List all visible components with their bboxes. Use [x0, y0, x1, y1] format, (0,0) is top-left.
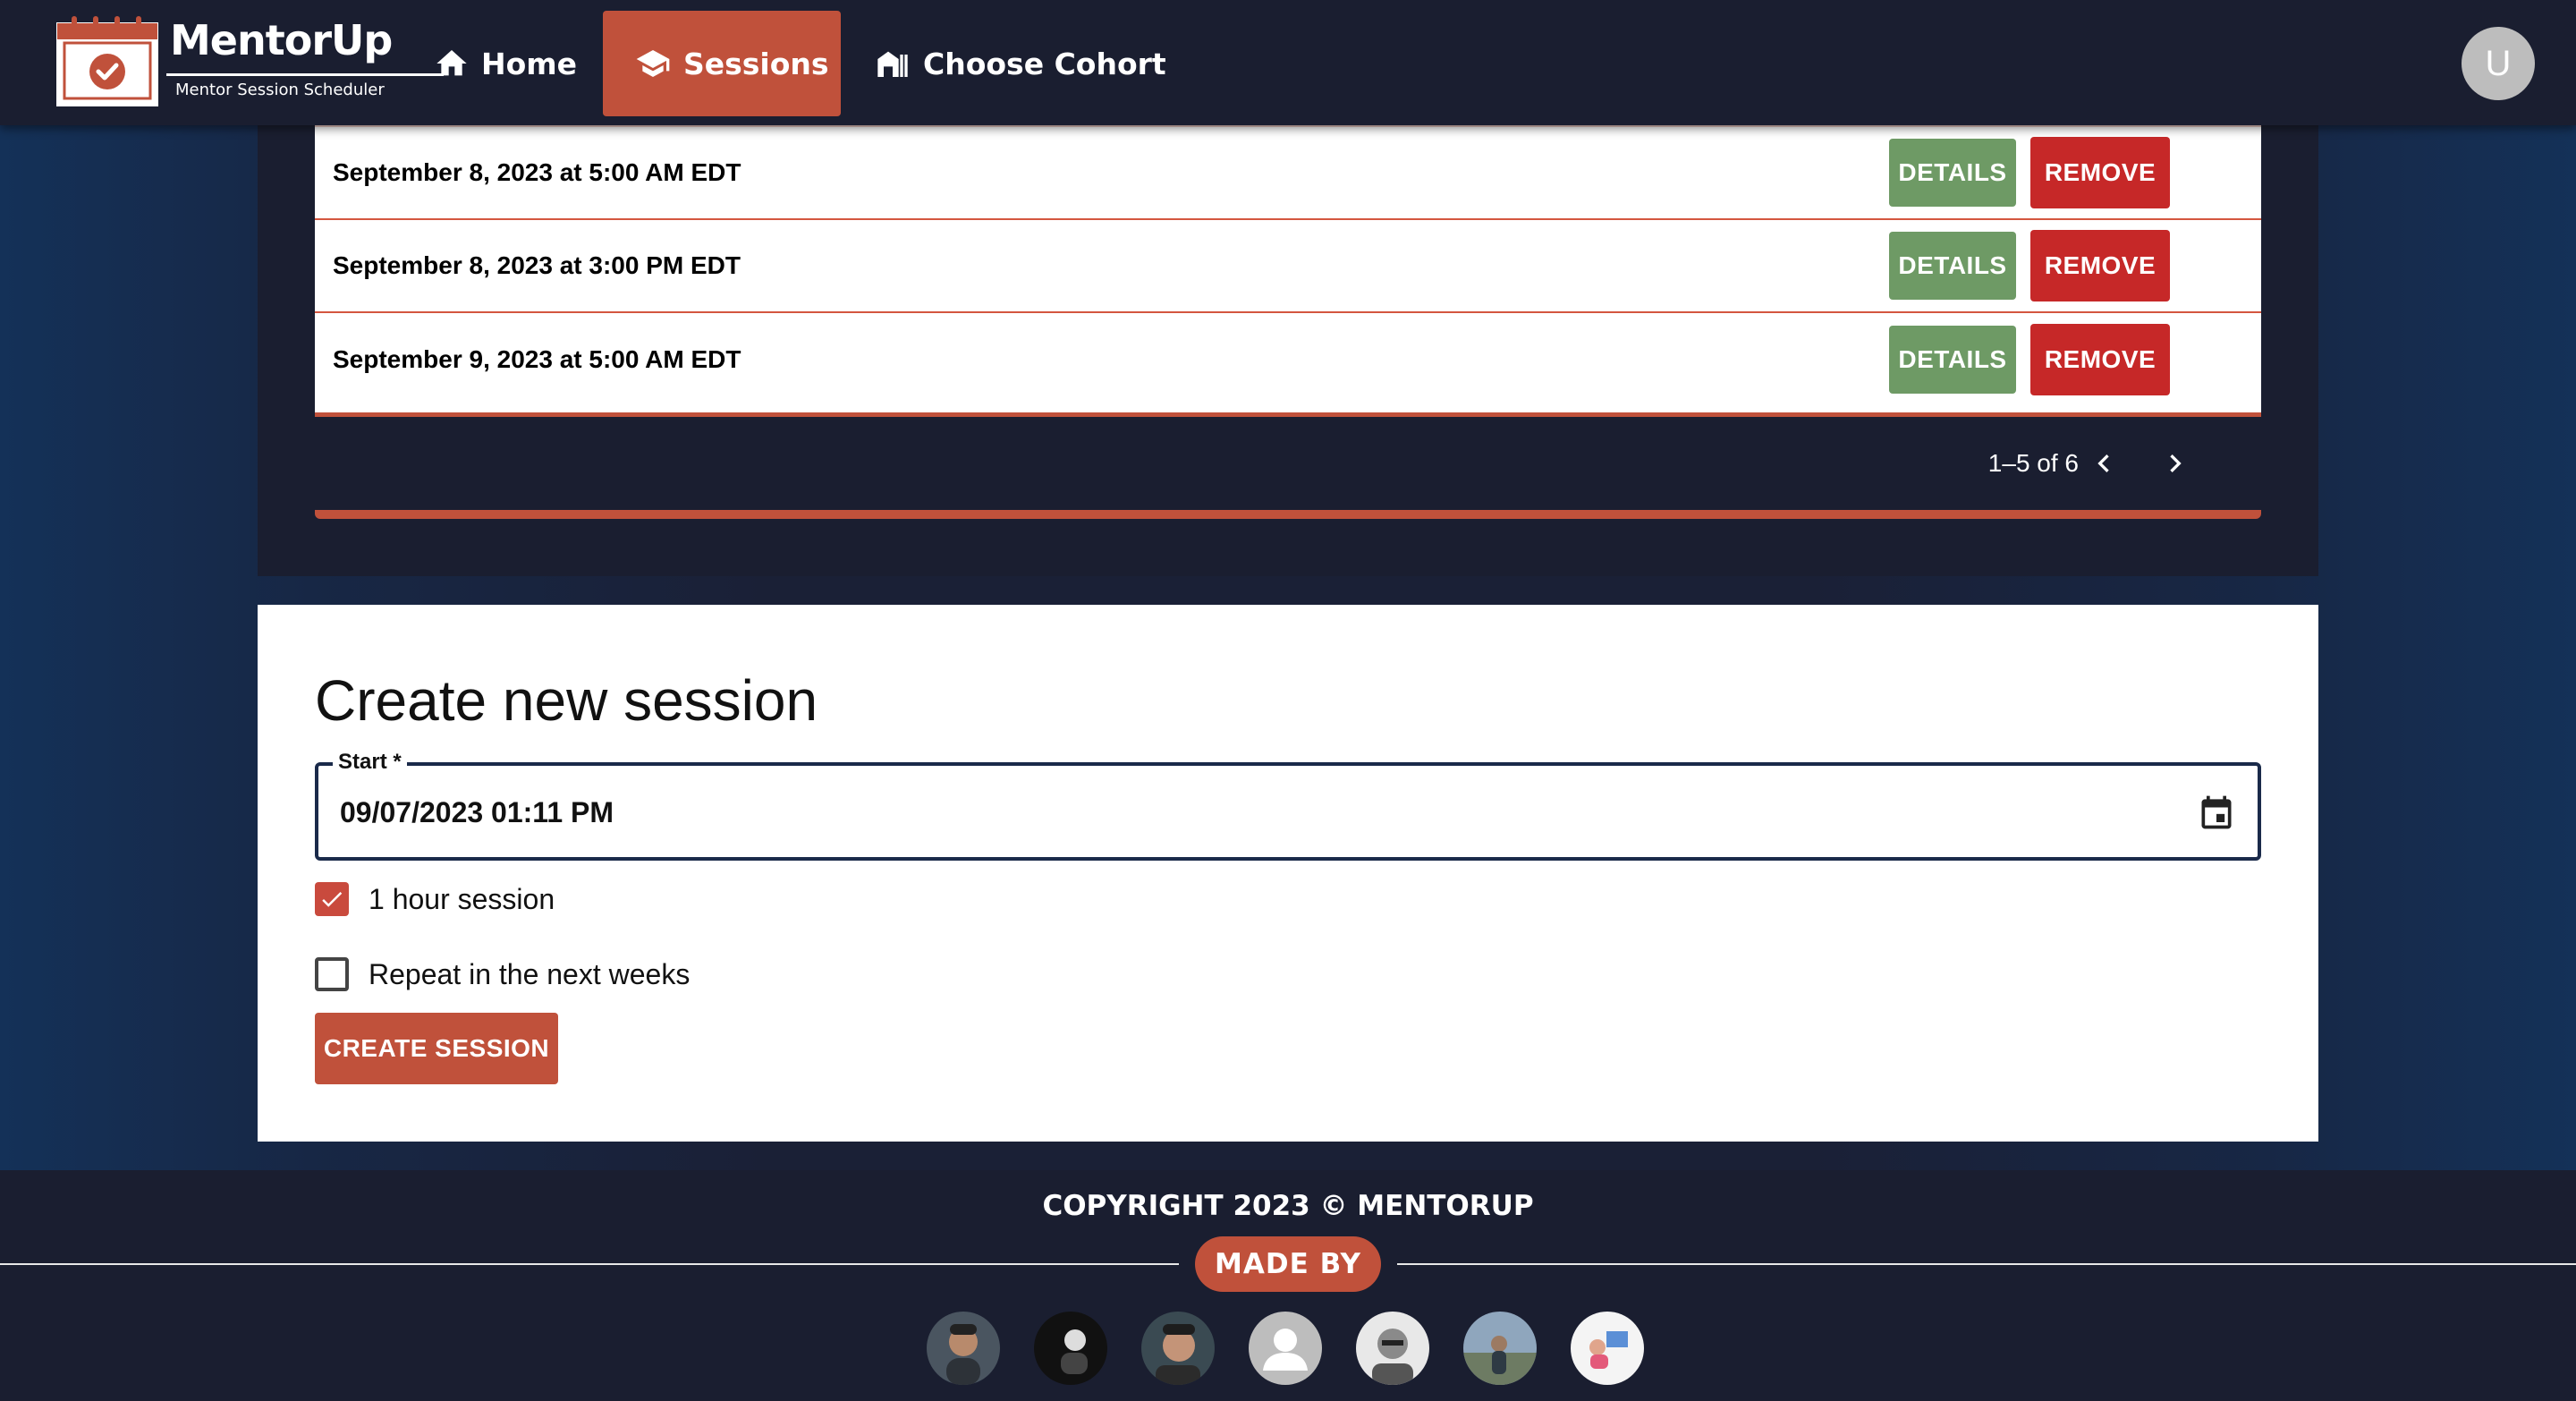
brand-tagline: Mentor Session Scheduler [175, 81, 385, 99]
user-avatar[interactable]: U [2462, 27, 2535, 100]
session-date: September 8, 2023 at 5:00 AM EDT [333, 158, 741, 186]
made-by-badge: MADE BY [1195, 1236, 1381, 1292]
repeat-weeks-option[interactable]: Repeat in the next weeks [315, 957, 690, 991]
remove-button[interactable]: REMOVE [2030, 230, 2170, 301]
brand-name: MentorUp [170, 16, 393, 64]
repeat-checkbox[interactable] [315, 957, 349, 991]
divider-right [1397, 1263, 2576, 1265]
footer: COPYRIGHT 2023 © MENTORUP MADE BY [0, 1170, 2576, 1401]
chevron-left-icon[interactable] [2086, 446, 2122, 481]
nav-choose-cohort[interactable]: Choose Cohort [873, 11, 1166, 116]
create-session-button[interactable]: CREATE SESSION [315, 1013, 558, 1084]
team-member-avatar[interactable] [1463, 1312, 1537, 1385]
pagination-range: 1–5 of 6 [1987, 449, 2079, 477]
table-row: September 8, 2023 at 3:00 PM EDT DETAILS… [315, 220, 2261, 313]
team-member-avatar[interactable] [1141, 1312, 1215, 1385]
graduation-cap-icon [636, 50, 670, 77]
nav-home[interactable]: Home [433, 11, 577, 116]
table-row: September 9, 2023 at 5:00 AM EDT DETAILS… [315, 313, 2261, 406]
start-datetime-field[interactable]: Start * [315, 750, 2261, 861]
create-session-title: Create new session [315, 668, 818, 733]
details-button[interactable]: DETAILS [1889, 232, 2016, 300]
details-button[interactable]: DETAILS [1889, 139, 2016, 207]
check-icon [322, 892, 343, 907]
nav-home-label: Home [481, 46, 578, 81]
top-navbar: MentorUp Mentor Session Scheduler Home S… [0, 0, 2576, 125]
remove-button[interactable]: REMOVE [2030, 137, 2170, 208]
calendar-icon[interactable] [2197, 793, 2236, 832]
start-field-label: Start * [333, 750, 407, 775]
start-datetime-input[interactable] [340, 796, 2039, 829]
copyright-text: COPYRIGHT 2023 © MENTORUP [1042, 1190, 1534, 1222]
sessions-table: September 8, 2023 at 5:00 AM EDT DETAILS… [315, 123, 2261, 417]
create-session-panel: Create new session Start * 1 hour sessio… [258, 605, 2318, 1142]
cohort-icon [877, 51, 908, 77]
calendar-check-icon [56, 16, 158, 106]
team-member-avatar[interactable] [1571, 1312, 1644, 1385]
team-member-avatar[interactable] [1034, 1312, 1107, 1385]
divider-left [0, 1263, 1179, 1265]
chevron-right-icon[interactable] [2157, 446, 2193, 481]
list-accent-bar [315, 510, 2261, 519]
one-hour-session-option[interactable]: 1 hour session [315, 882, 555, 916]
one-hour-label: 1 hour session [369, 882, 555, 915]
team-member-avatar[interactable] [1249, 1312, 1322, 1385]
nav-choose-cohort-label: Choose Cohort [923, 46, 1166, 81]
brand-divider [166, 73, 444, 76]
nav-sessions-label: Sessions [683, 46, 829, 81]
one-hour-checkbox[interactable] [315, 882, 349, 916]
remove-button[interactable]: REMOVE [2030, 324, 2170, 395]
team-avatars [927, 1312, 1644, 1387]
home-icon [436, 50, 467, 76]
pagination: 1–5 of 6 [315, 438, 2261, 488]
session-date: September 8, 2023 at 3:00 PM EDT [333, 251, 741, 279]
repeat-label: Repeat in the next weeks [369, 957, 691, 990]
team-member-avatar[interactable] [927, 1312, 1000, 1385]
details-button[interactable]: DETAILS [1889, 326, 2016, 394]
session-date: September 9, 2023 at 5:00 AM EDT [333, 345, 741, 373]
team-member-avatar[interactable] [1356, 1312, 1429, 1385]
table-row: September 8, 2023 at 5:00 AM EDT DETAILS… [315, 127, 2261, 220]
brand-logo[interactable]: MentorUp Mentor Session Scheduler [55, 11, 444, 111]
nav-sessions[interactable]: Sessions [603, 11, 841, 116]
